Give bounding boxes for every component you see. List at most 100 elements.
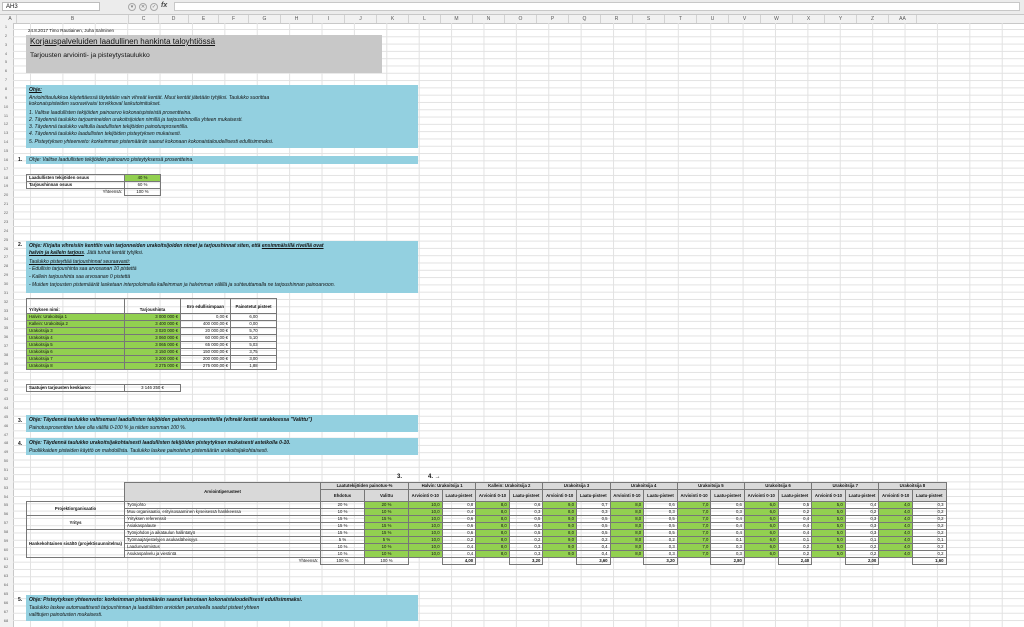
row-header-cell[interactable]: 56 [0,511,12,517]
score-input[interactable]: 8,0 [542,529,577,537]
score-input[interactable]: 4,0 [878,508,913,516]
score-input[interactable]: 4,0 [878,536,913,544]
bid-price-input[interactable]: 3 065 000 € [124,341,181,349]
row-header-cell[interactable]: 50 [0,458,12,464]
column-header-cell[interactable]: G [249,15,281,23]
score-input[interactable]: 9,0 [542,501,577,509]
score-input[interactable]: 7,0 [676,536,712,544]
column-header-cell[interactable]: P [537,15,569,23]
score-input[interactable]: 8,0 [475,522,510,530]
bid-price-input[interactable]: 3 275 000 € [124,362,181,370]
row-header-cell[interactable]: 47 [0,432,12,438]
row-header-cell[interactable]: 5 [0,59,12,65]
score-input[interactable]: 6,0 [743,543,779,551]
score-input[interactable]: 9,0 [542,515,577,523]
row-header-cell[interactable]: 38 [0,352,12,358]
score-input[interactable]: 5,0 [811,536,846,544]
row-header-cell[interactable]: 51 [0,467,12,473]
name-box[interactable]: AH3 [2,2,100,11]
row-header-cell[interactable]: 1 [0,24,12,30]
score-input[interactable]: 7,0 [676,529,712,537]
column-header-cell[interactable]: O [505,15,537,23]
column-header-cell[interactable]: J [345,15,377,23]
score-input[interactable]: 10,0 [408,550,443,558]
score-input[interactable]: 8,0 [609,508,645,516]
row-header-cell[interactable]: 49 [0,449,12,455]
row-header-cell[interactable]: 45 [0,414,12,420]
row-header-cell[interactable]: 36 [0,334,12,340]
bid-price-input[interactable]: 3 200 000 € [124,355,181,363]
bid-price-input[interactable]: 3 150 000 € [124,348,181,356]
score-input[interactable]: 10,0 [408,543,443,551]
row-header-cell[interactable]: 42 [0,387,12,393]
row-header-cell[interactable]: 46 [0,423,12,429]
score-input[interactable]: 4,0 [878,550,913,558]
chosen-weight-input[interactable]: 5 % [364,536,409,544]
column-header-cell[interactable]: Y [825,15,857,23]
score-input[interactable]: 6,0 [743,529,779,537]
column-header-cell[interactable]: D [159,15,189,23]
row-header-cell[interactable]: 67 [0,609,12,615]
row-header-cell[interactable]: 10 [0,104,12,110]
chosen-weight-input[interactable]: 10 % [364,550,409,558]
score-input[interactable]: 8,0 [609,536,645,544]
row-header-cell[interactable]: 43 [0,396,12,402]
score-input[interactable]: 8,0 [609,515,645,523]
score-input[interactable]: 4,0 [878,543,913,551]
row-header-cell[interactable]: 39 [0,361,12,367]
row-header-cell[interactable]: 22 [0,210,12,216]
row-header-cell[interactable]: 63 [0,573,12,579]
bid-price-input[interactable]: 3 400 000 € [124,320,181,328]
score-input[interactable]: 8,0 [475,550,510,558]
column-header-cell[interactable]: M [441,15,473,23]
row-header-cell[interactable]: 18 [0,175,12,181]
row-header-cell[interactable]: 31 [0,290,12,296]
column-header-cell[interactable]: X [793,15,825,23]
row-header-cell[interactable]: 58 [0,529,12,535]
score-input[interactable]: 5,0 [811,529,846,537]
row-header-cell[interactable]: 13 [0,130,12,136]
row-header-cell[interactable]: 48 [0,440,12,446]
score-input[interactable]: 9,0 [542,543,577,551]
company-name-input[interactable]: Urakoitsija 3 [26,327,125,335]
score-input[interactable]: 4,0 [878,515,913,523]
column-header-cell[interactable]: U [697,15,729,23]
row-header-cell[interactable]: 61 [0,556,12,562]
chosen-weight-input[interactable]: 10 % [364,508,409,516]
row-header-cell[interactable]: 14 [0,139,12,145]
score-input[interactable]: 5,0 [811,501,846,509]
score-input[interactable]: 10,0 [408,501,443,509]
chosen-weight-input[interactable]: 15 % [364,529,409,537]
bid-price-input[interactable]: 3 000 000 € [124,313,181,321]
row-header-cell[interactable]: 59 [0,538,12,544]
score-input[interactable]: 8,0 [475,508,510,516]
column-header-cell[interactable]: L [409,15,441,23]
row-header-cell[interactable]: 12 [0,121,12,127]
cancel-icon[interactable]: ✕ [139,3,147,11]
column-header-cell[interactable]: B [17,15,129,23]
score-input[interactable]: 9,0 [542,550,577,558]
column-header-cell[interactable]: Q [569,15,601,23]
row-header-cell[interactable]: 4 [0,51,12,57]
row-header-cell[interactable]: 28 [0,263,12,269]
row-header-cell[interactable]: 55 [0,502,12,508]
row-header-cell[interactable]: 62 [0,564,12,570]
row-header-cell[interactable]: 66 [0,600,12,606]
formula-input[interactable] [174,2,1020,11]
chosen-weight-input[interactable]: 10 % [364,543,409,551]
row-header-cell[interactable]: 60 [0,547,12,553]
row-header-cell[interactable]: 15 [0,148,12,154]
row-header-cell[interactable]: 27 [0,254,12,260]
bid-price-input[interactable]: 3 020 000 € [124,327,181,335]
row-header-cell[interactable]: 68 [0,618,12,624]
company-name-input[interactable]: Urakoitsija 5 [26,341,125,349]
column-header-cell[interactable]: R [601,15,633,23]
column-header-cell[interactable]: W [761,15,793,23]
score-input[interactable]: 5,0 [811,508,846,516]
score-input[interactable]: 8,0 [609,550,645,558]
company-name-input[interactable]: Urakoitsija 8 [26,362,125,370]
row-header-cell[interactable]: 29 [0,272,12,278]
row-header-cell[interactable]: 44 [0,405,12,411]
score-input[interactable]: 7,0 [676,522,712,530]
score-input[interactable]: 5,0 [811,522,846,530]
